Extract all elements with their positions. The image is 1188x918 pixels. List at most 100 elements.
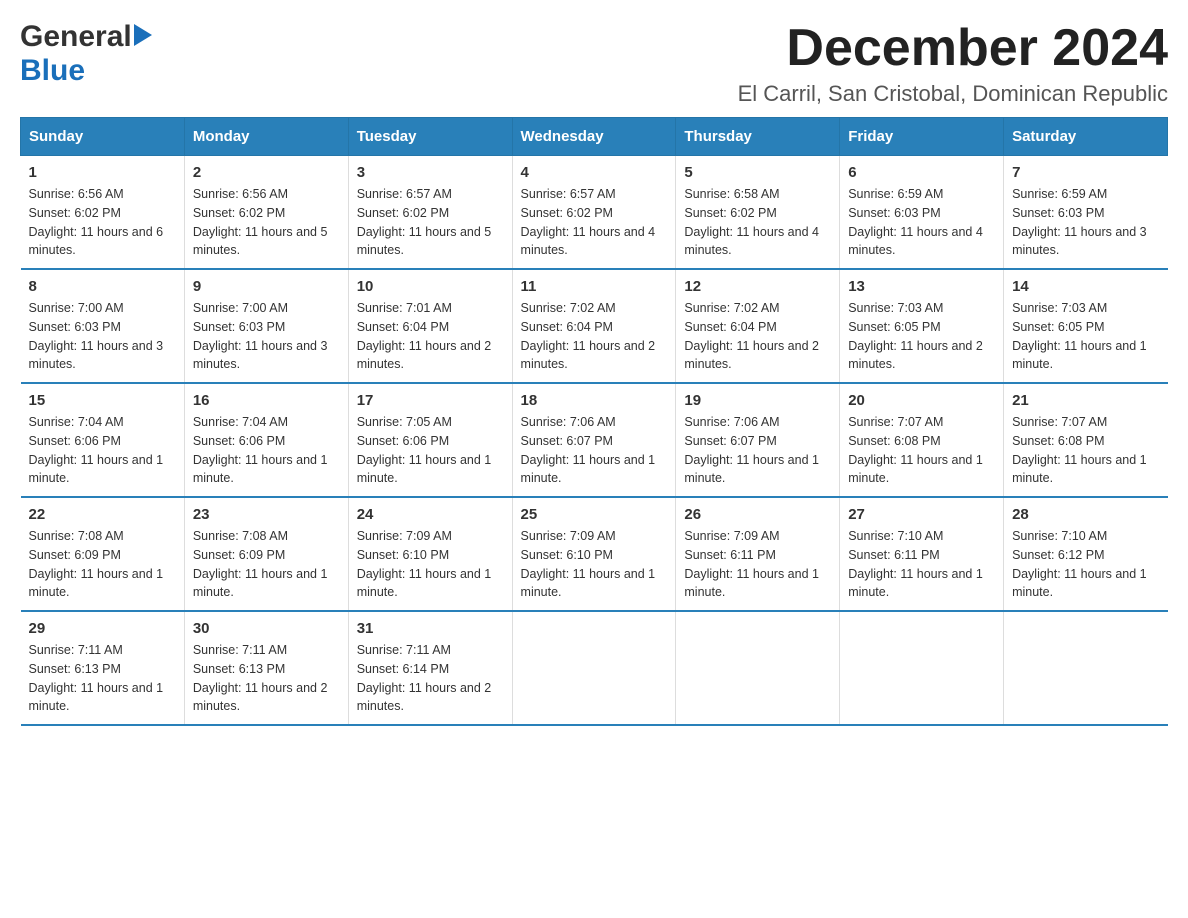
day-number: 4 [521, 164, 668, 181]
day-info: Sunrise: 7:09 AM Sunset: 6:10 PM Dayligh… [521, 527, 668, 602]
day-info: Sunrise: 7:09 AM Sunset: 6:11 PM Dayligh… [684, 527, 831, 602]
day-info: Sunrise: 7:10 AM Sunset: 6:11 PM Dayligh… [848, 527, 995, 602]
table-row: 21 Sunrise: 7:07 AM Sunset: 6:08 PM Dayl… [1004, 383, 1168, 497]
day-info: Sunrise: 7:09 AM Sunset: 6:10 PM Dayligh… [357, 527, 504, 602]
day-number: 7 [1012, 164, 1159, 181]
table-row: 3 Sunrise: 6:57 AM Sunset: 6:02 PM Dayli… [348, 156, 512, 270]
table-row: 26 Sunrise: 7:09 AM Sunset: 6:11 PM Dayl… [676, 497, 840, 611]
table-row: 5 Sunrise: 6:58 AM Sunset: 6:02 PM Dayli… [676, 156, 840, 270]
logo: General Blue [20, 20, 152, 88]
day-number: 28 [1012, 506, 1159, 523]
header-saturday: Saturday [1004, 118, 1168, 156]
day-info: Sunrise: 7:11 AM Sunset: 6:13 PM Dayligh… [29, 641, 176, 716]
table-row [676, 611, 840, 725]
logo-blue-text: Blue [20, 54, 85, 87]
day-info: Sunrise: 7:02 AM Sunset: 6:04 PM Dayligh… [684, 299, 831, 374]
table-row: 14 Sunrise: 7:03 AM Sunset: 6:05 PM Dayl… [1004, 269, 1168, 383]
table-row: 30 Sunrise: 7:11 AM Sunset: 6:13 PM Dayl… [184, 611, 348, 725]
title-section: December 2024 El Carril, San Cristobal, … [738, 20, 1168, 107]
day-number: 26 [684, 506, 831, 523]
day-number: 21 [1012, 392, 1159, 409]
table-row: 27 Sunrise: 7:10 AM Sunset: 6:11 PM Dayl… [840, 497, 1004, 611]
table-row: 19 Sunrise: 7:06 AM Sunset: 6:07 PM Dayl… [676, 383, 840, 497]
day-number: 10 [357, 278, 504, 295]
day-info: Sunrise: 6:56 AM Sunset: 6:02 PM Dayligh… [193, 185, 340, 260]
table-row: 2 Sunrise: 6:56 AM Sunset: 6:02 PM Dayli… [184, 156, 348, 270]
table-row: 4 Sunrise: 6:57 AM Sunset: 6:02 PM Dayli… [512, 156, 676, 270]
day-info: Sunrise: 7:07 AM Sunset: 6:08 PM Dayligh… [848, 413, 995, 488]
day-number: 20 [848, 392, 995, 409]
month-title: December 2024 [738, 20, 1168, 77]
table-row: 15 Sunrise: 7:04 AM Sunset: 6:06 PM Dayl… [21, 383, 185, 497]
table-row: 29 Sunrise: 7:11 AM Sunset: 6:13 PM Dayl… [21, 611, 185, 725]
day-info: Sunrise: 7:00 AM Sunset: 6:03 PM Dayligh… [193, 299, 340, 374]
day-number: 17 [357, 392, 504, 409]
header-sunday: Sunday [21, 118, 185, 156]
table-row: 16 Sunrise: 7:04 AM Sunset: 6:06 PM Dayl… [184, 383, 348, 497]
table-row: 7 Sunrise: 6:59 AM Sunset: 6:03 PM Dayli… [1004, 156, 1168, 270]
table-row [1004, 611, 1168, 725]
header-monday: Monday [184, 118, 348, 156]
day-number: 2 [193, 164, 340, 181]
day-number: 14 [1012, 278, 1159, 295]
day-info: Sunrise: 7:08 AM Sunset: 6:09 PM Dayligh… [193, 527, 340, 602]
day-number: 5 [684, 164, 831, 181]
day-number: 9 [193, 278, 340, 295]
header-wednesday: Wednesday [512, 118, 676, 156]
day-number: 24 [357, 506, 504, 523]
page-header: General Blue December 2024 El Carril, Sa… [20, 20, 1168, 107]
day-info: Sunrise: 7:02 AM Sunset: 6:04 PM Dayligh… [521, 299, 668, 374]
header-thursday: Thursday [676, 118, 840, 156]
table-row: 13 Sunrise: 7:03 AM Sunset: 6:05 PM Dayl… [840, 269, 1004, 383]
header-friday: Friday [840, 118, 1004, 156]
day-info: Sunrise: 7:04 AM Sunset: 6:06 PM Dayligh… [193, 413, 340, 488]
day-info: Sunrise: 6:58 AM Sunset: 6:02 PM Dayligh… [684, 185, 831, 260]
day-number: 8 [29, 278, 176, 295]
table-row: 11 Sunrise: 7:02 AM Sunset: 6:04 PM Dayl… [512, 269, 676, 383]
day-info: Sunrise: 6:57 AM Sunset: 6:02 PM Dayligh… [357, 185, 504, 260]
day-number: 3 [357, 164, 504, 181]
day-info: Sunrise: 6:57 AM Sunset: 6:02 PM Dayligh… [521, 185, 668, 260]
day-info: Sunrise: 7:11 AM Sunset: 6:14 PM Dayligh… [357, 641, 504, 716]
table-row: 8 Sunrise: 7:00 AM Sunset: 6:03 PM Dayli… [21, 269, 185, 383]
location: El Carril, San Cristobal, Dominican Repu… [738, 81, 1168, 107]
table-row: 24 Sunrise: 7:09 AM Sunset: 6:10 PM Dayl… [348, 497, 512, 611]
day-info: Sunrise: 6:59 AM Sunset: 6:03 PM Dayligh… [1012, 185, 1159, 260]
table-row: 22 Sunrise: 7:08 AM Sunset: 6:09 PM Dayl… [21, 497, 185, 611]
day-number: 29 [29, 620, 176, 637]
day-number: 18 [521, 392, 668, 409]
logo-arrow-icon [134, 24, 152, 51]
day-number: 1 [29, 164, 176, 181]
day-number: 12 [684, 278, 831, 295]
day-info: Sunrise: 6:59 AM Sunset: 6:03 PM Dayligh… [848, 185, 995, 260]
table-row: 25 Sunrise: 7:09 AM Sunset: 6:10 PM Dayl… [512, 497, 676, 611]
day-info: Sunrise: 7:03 AM Sunset: 6:05 PM Dayligh… [1012, 299, 1159, 374]
table-row: 6 Sunrise: 6:59 AM Sunset: 6:03 PM Dayli… [840, 156, 1004, 270]
day-info: Sunrise: 7:08 AM Sunset: 6:09 PM Dayligh… [29, 527, 176, 602]
day-number: 19 [684, 392, 831, 409]
calendar-body: 1 Sunrise: 6:56 AM Sunset: 6:02 PM Dayli… [21, 156, 1168, 726]
logo-general-text: General [20, 20, 132, 54]
table-row: 10 Sunrise: 7:01 AM Sunset: 6:04 PM Dayl… [348, 269, 512, 383]
table-row: 1 Sunrise: 6:56 AM Sunset: 6:02 PM Dayli… [21, 156, 185, 270]
day-info: Sunrise: 6:56 AM Sunset: 6:02 PM Dayligh… [29, 185, 176, 260]
table-row [840, 611, 1004, 725]
day-info: Sunrise: 7:01 AM Sunset: 6:04 PM Dayligh… [357, 299, 504, 374]
table-row: 28 Sunrise: 7:10 AM Sunset: 6:12 PM Dayl… [1004, 497, 1168, 611]
day-info: Sunrise: 7:11 AM Sunset: 6:13 PM Dayligh… [193, 641, 340, 716]
day-number: 30 [193, 620, 340, 637]
day-info: Sunrise: 7:00 AM Sunset: 6:03 PM Dayligh… [29, 299, 176, 374]
day-number: 11 [521, 278, 668, 295]
day-number: 25 [521, 506, 668, 523]
day-info: Sunrise: 7:06 AM Sunset: 6:07 PM Dayligh… [684, 413, 831, 488]
header-tuesday: Tuesday [348, 118, 512, 156]
day-number: 6 [848, 164, 995, 181]
day-info: Sunrise: 7:03 AM Sunset: 6:05 PM Dayligh… [848, 299, 995, 374]
day-info: Sunrise: 7:07 AM Sunset: 6:08 PM Dayligh… [1012, 413, 1159, 488]
day-number: 23 [193, 506, 340, 523]
calendar-table: Sunday Monday Tuesday Wednesday Thursday… [20, 117, 1168, 726]
table-row: 23 Sunrise: 7:08 AM Sunset: 6:09 PM Dayl… [184, 497, 348, 611]
table-row: 9 Sunrise: 7:00 AM Sunset: 6:03 PM Dayli… [184, 269, 348, 383]
day-info: Sunrise: 7:10 AM Sunset: 6:12 PM Dayligh… [1012, 527, 1159, 602]
table-row: 18 Sunrise: 7:06 AM Sunset: 6:07 PM Dayl… [512, 383, 676, 497]
